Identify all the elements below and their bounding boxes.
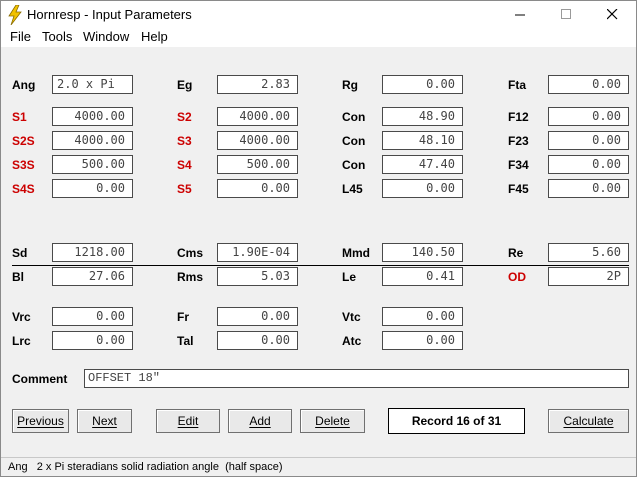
- add-button[interactable]: Add: [228, 409, 292, 433]
- label-l45-r5: L45: [342, 182, 363, 196]
- label-ang-r1: Ang: [12, 78, 36, 92]
- field-atc-r9[interactable]: 0.00: [382, 331, 463, 350]
- delete-button[interactable]: Delete: [300, 409, 365, 433]
- close-button[interactable]: [590, 1, 636, 29]
- label-eg-r1: Eg: [177, 78, 193, 92]
- previous-button[interactable]: Previous: [12, 409, 69, 433]
- label-vrc-r8: Vrc: [12, 310, 31, 324]
- label-sd-r6: Sd: [12, 246, 28, 260]
- window-title: Hornresp - Input Parameters: [27, 7, 192, 22]
- maximize-button[interactable]: [544, 1, 590, 29]
- label-bl-r7: Bl: [12, 270, 24, 284]
- menu-window[interactable]: Window: [83, 29, 129, 44]
- separator-line: [12, 265, 629, 266]
- field-lrc-r9[interactable]: 0.00: [52, 331, 133, 350]
- field-s4-r4[interactable]: 500.00: [217, 155, 298, 174]
- lightning-bolt-icon: [8, 5, 22, 25]
- field-con-r4[interactable]: 47.40: [382, 155, 463, 174]
- label-fta-r1: Fta: [508, 78, 526, 92]
- label-le-r7: Le: [342, 270, 357, 284]
- field-f23-r3[interactable]: 0.00: [548, 131, 629, 150]
- label-rg-r1: Rg: [342, 78, 358, 92]
- minimize-button[interactable]: [498, 1, 544, 29]
- label-re-r6: Re: [508, 246, 524, 260]
- field-eg-r1[interactable]: 2.83: [217, 75, 298, 94]
- label-rms-r7: Rms: [177, 270, 204, 284]
- label-con-r2: Con: [342, 110, 366, 124]
- label-tal-r9: Tal: [177, 334, 194, 348]
- maximize-icon: [561, 9, 571, 19]
- field-rms-r7[interactable]: 5.03: [217, 267, 298, 286]
- close-icon: [607, 9, 618, 20]
- field-fta-r1[interactable]: 0.00: [548, 75, 629, 94]
- field-cms-r6[interactable]: 1.90E-04: [217, 243, 298, 262]
- field-le-r7[interactable]: 0.41: [382, 267, 463, 286]
- hornresp-window: Hornresp - Input Parameters File Tools W…: [0, 0, 637, 477]
- menu-file[interactable]: File: [10, 29, 31, 44]
- field-od-r7[interactable]: 2P: [548, 267, 629, 286]
- field-sd-r6[interactable]: 1218.00: [52, 243, 133, 262]
- field-vtc-r8[interactable]: 0.00: [382, 307, 463, 326]
- field-mmd-r6[interactable]: 140.50: [382, 243, 463, 262]
- menu-help[interactable]: Help: [141, 29, 168, 44]
- label-con-r4: Con: [342, 158, 366, 172]
- menu-tools[interactable]: Tools: [42, 29, 72, 44]
- comment-field[interactable]: OFFSET 18": [84, 369, 629, 388]
- label-s4s-r5: S4S: [12, 182, 35, 196]
- field-con-r2[interactable]: 48.90: [382, 107, 463, 126]
- label-fr-r8: Fr: [177, 310, 189, 324]
- field-vrc-r8[interactable]: 0.00: [52, 307, 133, 326]
- field-bl-r7[interactable]: 27.06: [52, 267, 133, 286]
- field-s2s-r3[interactable]: 4000.00: [52, 131, 133, 150]
- status-bar: Ang 2 x Pi steradians solid radiation an…: [1, 457, 636, 476]
- label-mmd-r6: Mmd: [342, 246, 370, 260]
- field-f12-r2[interactable]: 0.00: [548, 107, 629, 126]
- label-f34-r4: F34: [508, 158, 529, 172]
- label-lrc-r9: Lrc: [12, 334, 31, 348]
- label-s2-r2: S2: [177, 110, 192, 124]
- field-s2-r2[interactable]: 4000.00: [217, 107, 298, 126]
- field-s1-r2[interactable]: 4000.00: [52, 107, 133, 126]
- field-fr-r8[interactable]: 0.00: [217, 307, 298, 326]
- field-s5-r5[interactable]: 0.00: [217, 179, 298, 198]
- label-s4-r4: S4: [177, 158, 192, 172]
- label-cms-r6: Cms: [177, 246, 204, 260]
- label-f12-r2: F12: [508, 110, 529, 124]
- record-indicator: Record 16 of 31: [388, 408, 525, 434]
- label-f45-r5: F45: [508, 182, 529, 196]
- calculate-button[interactable]: Calculate: [548, 409, 629, 433]
- label-con-r3: Con: [342, 134, 366, 148]
- label-s2s-r3: S2S: [12, 134, 35, 148]
- label-f23-r3: F23: [508, 134, 529, 148]
- field-s4s-r5[interactable]: 0.00: [52, 179, 133, 198]
- field-con-r3[interactable]: 48.10: [382, 131, 463, 150]
- menu-bar: File Tools Window Help: [1, 29, 636, 47]
- next-button[interactable]: Next: [77, 409, 132, 433]
- status-text: Ang 2 x Pi steradians solid radiation an…: [8, 461, 283, 473]
- field-f45-r5[interactable]: 0.00: [548, 179, 629, 198]
- label-s3s-r4: S3S: [12, 158, 35, 172]
- minimize-icon: [515, 14, 525, 16]
- parameters-panel: Comment OFFSET 18" Previous Next Edit Ad…: [1, 47, 636, 457]
- label-s1-r2: S1: [12, 110, 27, 124]
- edit-button[interactable]: Edit: [156, 409, 220, 433]
- title-bar: Hornresp - Input Parameters: [1, 1, 636, 29]
- label-s3-r3: S3: [177, 134, 192, 148]
- label-vtc-r8: Vtc: [342, 310, 361, 324]
- field-l45-r5[interactable]: 0.00: [382, 179, 463, 198]
- label-od-r7: OD: [508, 270, 526, 284]
- field-s3s-r4[interactable]: 500.00: [52, 155, 133, 174]
- field-ang-r1[interactable]: 2.0 x Pi: [52, 75, 133, 94]
- field-re-r6[interactable]: 5.60: [548, 243, 629, 262]
- field-tal-r9[interactable]: 0.00: [217, 331, 298, 350]
- label-s5-r5: S5: [177, 182, 192, 196]
- comment-label: Comment: [12, 372, 68, 386]
- field-s3-r3[interactable]: 4000.00: [217, 131, 298, 150]
- label-atc-r9: Atc: [342, 334, 362, 348]
- field-f34-r4[interactable]: 0.00: [548, 155, 629, 174]
- field-rg-r1[interactable]: 0.00: [382, 75, 463, 94]
